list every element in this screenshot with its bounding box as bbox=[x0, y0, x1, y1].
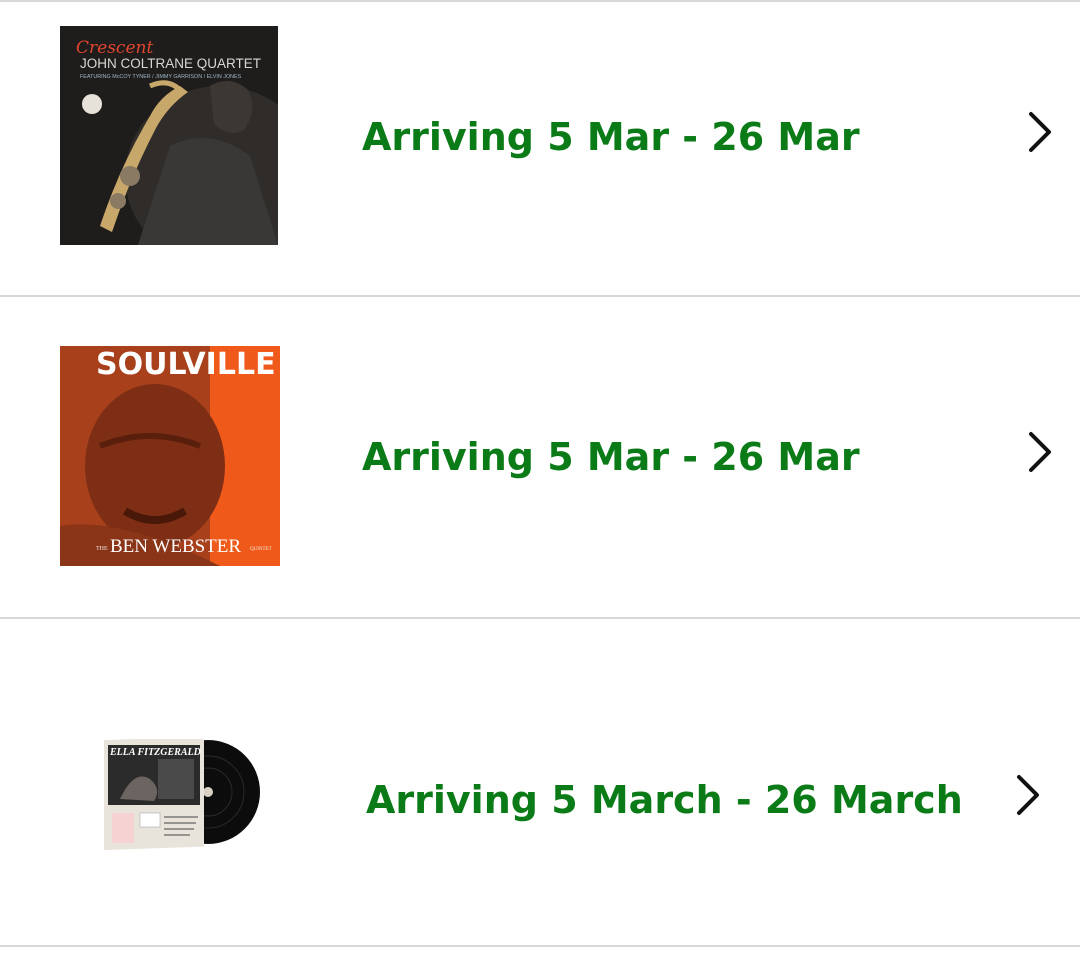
chevron-right-icon[interactable] bbox=[1009, 771, 1049, 819]
cover-credits: FEATURING McCOY TYNER / JIMMY GARRISON /… bbox=[80, 74, 242, 80]
chevron-right-icon[interactable] bbox=[1021, 108, 1061, 156]
cover-title: SOULVILLE bbox=[96, 347, 276, 382]
order-item-row-ella-fitzgerald[interactable]: ELLA FITZGERALD Arriving 5 March - 26 Ma… bbox=[0, 619, 1080, 945]
delivery-status: Arriving 5 Mar - 26 Mar bbox=[362, 435, 860, 479]
order-item-row-soulville[interactable]: SOULVILLE THE BEN WEBSTER QUINTET Arrivi… bbox=[0, 297, 1080, 617]
cover-artist: BEN WEBSTER bbox=[110, 536, 241, 557]
order-items-list: Crescent JOHN COLTRANE QUARTET FEATURING… bbox=[0, 0, 1080, 962]
album-cover-crescent[interactable]: Crescent JOHN COLTRANE QUARTET FEATURING… bbox=[60, 26, 278, 245]
cover-artist-prefix: THE bbox=[96, 546, 108, 552]
delivery-status: Arriving 5 Mar - 26 Mar bbox=[362, 115, 860, 159]
divider bbox=[0, 945, 1080, 947]
cover-artist-suffix: QUINTET bbox=[250, 547, 272, 552]
order-item-row-crescent[interactable]: Crescent JOHN COLTRANE QUARTET FEATURING… bbox=[0, 2, 1080, 295]
album-cover-ella-fitzgerald[interactable]: ELLA FITZGERALD bbox=[78, 739, 260, 857]
delivery-status: Arriving 5 March - 26 March bbox=[366, 778, 963, 822]
cover-script-title: Crescent bbox=[76, 38, 153, 58]
album-cover-soulville[interactable]: SOULVILLE THE BEN WEBSTER QUINTET bbox=[60, 346, 280, 566]
cover-title: ELLA FITZGERALD bbox=[109, 747, 201, 758]
chevron-right-icon[interactable] bbox=[1021, 428, 1061, 476]
cover-artist: JOHN COLTRANE QUARTET bbox=[80, 56, 261, 71]
